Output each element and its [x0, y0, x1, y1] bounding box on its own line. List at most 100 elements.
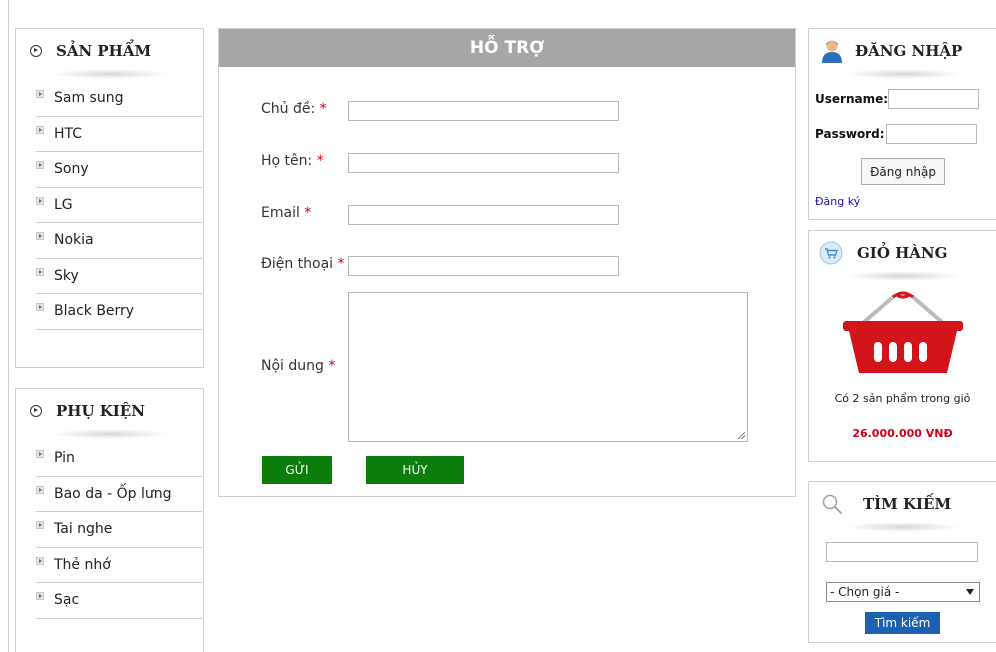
menu-item-label: Sạc: [54, 592, 80, 609]
header-shadow: [49, 69, 170, 79]
username-label: Username:: [815, 92, 889, 106]
topic-label-text: Chủ đề:: [261, 101, 316, 117]
content-label: Nội dung *: [261, 358, 335, 374]
header-shadow: [842, 522, 963, 532]
accessory-item-charger[interactable]: Sạc: [36, 583, 202, 619]
cart-summary: Có 2 sản phẩm trong giỏ: [834, 392, 971, 405]
products-panel: SẢN PHẨM Sam sung HTC Sony LG Nokia Sky …: [15, 28, 204, 368]
password-label: Password:: [815, 127, 885, 141]
play-circle-icon: [30, 405, 42, 417]
accessories-panel-header: PHỤ KIỆN: [16, 389, 203, 439]
accessories-panel-title: PHỤ KIỆN: [56, 402, 145, 420]
cart-panel: GIỎ HÀNG Có 2 sản phẩm trong giỏ 26.000.…: [808, 230, 996, 462]
menu-arrow-icon: [36, 232, 44, 241]
menu-item-label: Sony: [54, 161, 89, 178]
menu-arrow-icon: [36, 521, 44, 530]
product-item-sony[interactable]: Sony: [36, 152, 202, 188]
login-button[interactable]: Đăng nhập: [861, 158, 945, 185]
required-mark: *: [337, 256, 345, 272]
menu-arrow-icon: [36, 90, 44, 99]
required-mark: *: [304, 205, 312, 221]
menu-arrow-icon: [36, 196, 44, 205]
phone-label-text: Điện thoại: [261, 256, 334, 272]
menu-item-label: Nokia: [54, 232, 94, 249]
login-panel-title: ĐĂNG NHẬP: [855, 42, 963, 60]
products-panel-header: SẢN PHẨM: [16, 29, 203, 79]
search-icon: [822, 494, 842, 514]
topic-label: Chủ đề: *: [261, 101, 327, 117]
password-input[interactable]: [886, 124, 977, 144]
email-input[interactable]: [348, 205, 619, 225]
menu-arrow-icon: [36, 556, 44, 565]
accessory-item-battery[interactable]: Pin: [36, 441, 202, 477]
name-label: Họ tên: *: [261, 153, 324, 169]
search-panel-title: TÌM KIẾM: [863, 495, 952, 513]
cancel-button[interactable]: HỦY: [366, 456, 464, 484]
price-select[interactable]: - Chọn giá -: [826, 582, 980, 602]
product-item-sky[interactable]: Sky: [36, 259, 202, 294]
accessories-menu: Pin Bao da - Ốp lưng Tai nghe Thẻ nhớ Sạ…: [36, 441, 202, 619]
login-panel: ĐĂNG NHẬP Username: Password: Đăng nhập …: [808, 28, 996, 220]
content-textarea[interactable]: [348, 292, 748, 442]
menu-item-label: Sky: [54, 267, 79, 284]
header-shadow: [49, 429, 170, 439]
menu-item-label: Bao da - Ốp lưng: [54, 485, 172, 502]
support-form-header: HỖ TRỢ: [219, 29, 795, 67]
menu-arrow-icon: [36, 303, 44, 312]
phone-label: Điện thoại *: [261, 256, 345, 272]
email-label-text: Email: [261, 205, 300, 221]
product-item-blackberry[interactable]: Black Berry: [36, 294, 202, 330]
chevron-down-icon: [966, 589, 974, 595]
menu-item-label: Black Berry: [54, 303, 135, 320]
menu-arrow-icon: [36, 485, 44, 494]
basket-icon: [843, 291, 963, 373]
menu-arrow-icon: [36, 267, 44, 276]
menu-arrow-icon: [36, 450, 44, 459]
header-shadow: [842, 271, 963, 281]
menu-item-label: HTC: [54, 125, 83, 142]
products-menu: Sam sung HTC Sony LG Nokia Sky Black Ber…: [36, 81, 202, 330]
support-form-panel: HỖ TRỢ Chủ đề: * Họ tên: * Email * Điện …: [218, 28, 796, 497]
submit-button[interactable]: GỬI: [262, 456, 332, 484]
menu-item-label: Thẻ nhớ: [54, 556, 111, 573]
cart-total: 26.000.000 VNĐ: [852, 427, 953, 440]
topic-input[interactable]: [348, 101, 619, 121]
support-form-title: HỖ TRỢ: [469, 38, 545, 58]
accessory-item-case[interactable]: Bao da - Ốp lưng: [36, 477, 202, 512]
register-link[interactable]: Đăng ký: [815, 195, 860, 208]
search-panel: TÌM KIẾM - Chọn giá - Tìm kiếm: [808, 481, 996, 643]
name-label-text: Họ tên:: [261, 153, 313, 169]
search-button[interactable]: Tìm kiếm: [865, 612, 940, 634]
content-label-text: Nội dung: [261, 358, 324, 374]
required-mark: *: [316, 153, 324, 169]
price-select-value: - Chọn giá -: [830, 585, 900, 599]
menu-item-label: LG: [54, 196, 73, 213]
accessory-item-headphones[interactable]: Tai nghe: [36, 512, 202, 548]
menu-arrow-icon: [36, 592, 44, 601]
email-label: Email *: [261, 205, 311, 221]
menu-arrow-icon: [36, 161, 44, 170]
username-input[interactable]: [888, 89, 979, 109]
product-item-nokia[interactable]: Nokia: [36, 223, 202, 259]
cart-panel-header: GIỎ HÀNG: [809, 231, 996, 281]
product-item-htc[interactable]: HTC: [36, 117, 202, 152]
name-input[interactable]: [348, 153, 619, 173]
product-item-samsung[interactable]: Sam sung: [36, 81, 202, 117]
search-input[interactable]: [826, 542, 978, 562]
login-panel-header: ĐĂNG NHẬP: [809, 29, 996, 79]
accessories-panel: PHỤ KIỆN Pin Bao da - Ốp lưng Tai nghe T…: [15, 388, 204, 652]
menu-item-label: Pin: [54, 450, 75, 467]
user-icon: [822, 40, 842, 63]
phone-input[interactable]: [348, 256, 619, 276]
menu-item-label: Tai nghe: [54, 521, 113, 538]
page-edge-line: [8, 0, 9, 652]
menu-arrow-icon: [36, 125, 44, 134]
required-mark: *: [328, 358, 336, 374]
required-mark: *: [319, 101, 327, 117]
accessory-item-memory-card[interactable]: Thẻ nhớ: [36, 548, 202, 583]
play-circle-icon: [30, 45, 42, 57]
product-item-lg[interactable]: LG: [36, 188, 202, 223]
search-panel-header: TÌM KIẾM: [809, 482, 996, 532]
resize-handle-icon[interactable]: [738, 432, 745, 439]
header-shadow: [842, 69, 963, 79]
